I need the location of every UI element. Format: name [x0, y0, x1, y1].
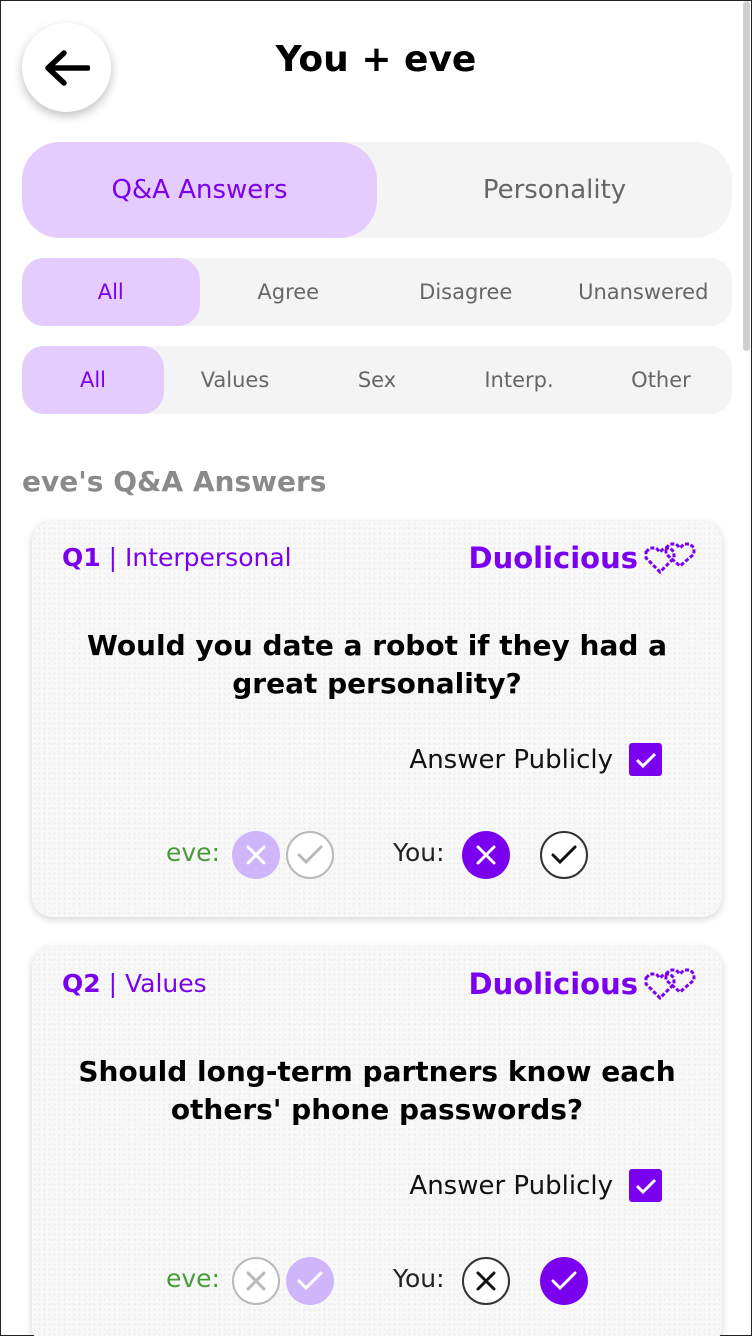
brand-logo: Duolicious: [469, 967, 698, 1001]
you-yes-button[interactable]: [540, 1257, 588, 1305]
close-icon: [476, 845, 496, 865]
you-label: You:: [393, 1264, 445, 1293]
you-yes-button[interactable]: [540, 831, 588, 879]
check-icon: [297, 845, 323, 865]
answer-publicly-label: Answer Publicly: [409, 1170, 613, 1201]
question-label: Q2 | Values: [62, 969, 207, 998]
page-title: You + eve: [275, 39, 477, 80]
brand-logo: Duolicious: [469, 541, 698, 575]
question-category: | Values: [100, 969, 207, 998]
question-number: Q1: [62, 543, 101, 572]
filter-agree[interactable]: Agree: [200, 258, 378, 326]
answer-publicly-checkbox[interactable]: [629, 743, 662, 776]
question-category: | Interpersonal: [100, 543, 292, 572]
you-no-button[interactable]: [462, 831, 510, 879]
scrollbar[interactable]: [743, 1, 750, 351]
filter-all-answers[interactable]: All: [22, 258, 200, 326]
close-icon: [246, 1271, 266, 1291]
category-interp[interactable]: Interp.: [448, 346, 590, 414]
close-icon: [476, 1271, 496, 1291]
category-sex[interactable]: Sex: [306, 346, 448, 414]
section-title: eve's Q&A Answers: [22, 465, 327, 498]
you-label: You:: [393, 838, 445, 867]
pixel-hearts-icon: [644, 968, 696, 1000]
question-card: Q2 | Values Duolicious Should long-term …: [32, 947, 722, 1336]
eve-yes-answer: [286, 831, 334, 879]
answer-publicly-control[interactable]: Answer Publicly: [409, 743, 662, 776]
filter-unanswered[interactable]: Unanswered: [555, 258, 733, 326]
answer-row: eve: You:: [32, 1257, 722, 1305]
category-all[interactable]: All: [22, 346, 164, 414]
answer-row: eve: You:: [32, 831, 722, 879]
answer-publicly-checkbox[interactable]: [629, 1169, 662, 1202]
main-tab-bar: Q&A Answers Personality: [22, 142, 732, 238]
answer-publicly-label: Answer Publicly: [409, 744, 613, 775]
category-other[interactable]: Other: [590, 346, 732, 414]
answer-publicly-control[interactable]: Answer Publicly: [409, 1169, 662, 1202]
check-icon: [551, 1271, 577, 1291]
brand-name: Duolicious: [468, 967, 638, 1001]
answer-filter-bar: All Agree Disagree Unanswered: [22, 258, 732, 326]
eve-yes-answer: [286, 1257, 334, 1305]
you-no-button[interactable]: [462, 1257, 510, 1305]
eve-label: eve:: [166, 1264, 220, 1293]
check-icon: [635, 752, 656, 768]
close-icon: [246, 845, 266, 865]
check-icon: [635, 1178, 656, 1194]
tab-personality[interactable]: Personality: [377, 142, 732, 238]
question-number: Q2: [62, 969, 101, 998]
question-text: Should long-term partners know each othe…: [78, 1055, 676, 1126]
brand-name: Duolicious: [468, 541, 638, 575]
question-label: Q1 | Interpersonal: [62, 543, 292, 572]
question-card: Q1 | Interpersonal Duolicious Would you …: [32, 521, 722, 917]
filter-disagree[interactable]: Disagree: [377, 258, 555, 326]
eve-label: eve:: [166, 838, 220, 867]
check-icon: [551, 845, 577, 865]
tab-qa-answers[interactable]: Q&A Answers: [22, 142, 377, 238]
question-text: Would you date a robot if they had a gre…: [86, 629, 668, 700]
category-filter-bar: All Values Sex Interp. Other: [22, 346, 732, 414]
category-values[interactable]: Values: [164, 346, 306, 414]
eve-no-answer: [232, 1257, 280, 1305]
eve-no-answer: [232, 831, 280, 879]
check-icon: [297, 1271, 323, 1291]
pixel-hearts-icon: [644, 542, 696, 574]
